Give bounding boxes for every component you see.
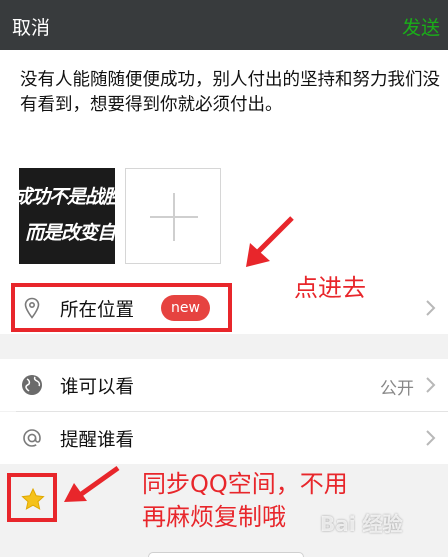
image-caption-line1: 成功不是战胜别人 xyxy=(19,186,115,208)
annotation-highlight-box-qq xyxy=(7,473,57,522)
globe-icon xyxy=(22,375,42,395)
mention-row[interactable]: 提醒谁看 xyxy=(0,412,448,464)
annotation-tap-hint: 点进去 xyxy=(294,274,366,302)
annotation-arrow-icon xyxy=(246,216,294,267)
send-button[interactable]: 发送 xyxy=(402,13,440,40)
add-image-button[interactable] xyxy=(125,168,221,264)
annotation-highlight-box xyxy=(11,283,232,332)
visibility-value: 公开 xyxy=(380,379,414,399)
chevron-right-icon xyxy=(426,300,436,316)
cancel-button[interactable]: 取消 xyxy=(12,13,50,40)
chevron-right-icon xyxy=(426,377,436,393)
home-indicator xyxy=(148,552,304,557)
annotation-qq-sync-line1: 同步QQ空间，不用 xyxy=(142,470,348,498)
annotation-arrow-icon xyxy=(64,465,120,502)
visibility-label: 谁可以看 xyxy=(60,377,135,398)
watermark: Bai 经验 xyxy=(320,512,403,536)
at-icon xyxy=(23,429,41,447)
compose-area: 没有人能随随便便成功，别人付出的坚持和努力我们没有看到，想要得到你就必须付出。 … xyxy=(0,50,448,285)
annotation-qq-sync-line2: 再麻烦复制哦 xyxy=(142,503,286,531)
post-text-input[interactable]: 没有人能随随便便成功，别人付出的坚持和努力我们没有看到，想要得到你就必须付出。 xyxy=(20,68,440,118)
nav-header: 取消 发送 xyxy=(0,0,448,50)
mention-label: 提醒谁看 xyxy=(60,430,135,451)
attached-image-thumbnail[interactable]: 成功不是战胜别人 而是改变自己 xyxy=(19,168,115,264)
visibility-row[interactable]: 谁可以看 公开 xyxy=(0,359,448,411)
chevron-right-icon xyxy=(426,430,436,446)
image-caption-line2: 而是改变自己 xyxy=(25,222,115,244)
